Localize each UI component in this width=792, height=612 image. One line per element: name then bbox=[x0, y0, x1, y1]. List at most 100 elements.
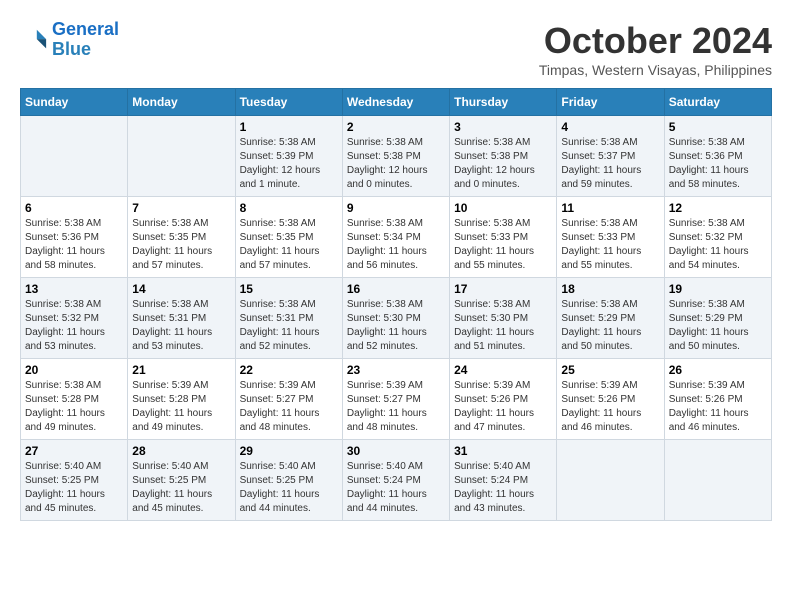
day-number: 31 bbox=[454, 444, 552, 458]
calendar-cell: 14 Sunrise: 5:38 AM Sunset: 5:31 PM Dayli… bbox=[128, 278, 235, 359]
day-number: 27 bbox=[25, 444, 123, 458]
day-number: 25 bbox=[561, 363, 659, 377]
day-info: Sunrise: 5:39 AM Sunset: 5:28 PM Dayligh… bbox=[132, 379, 230, 435]
day-info: Sunrise: 5:38 AM Sunset: 5:33 PM Dayligh… bbox=[454, 217, 552, 273]
day-info: Sunrise: 5:39 AM Sunset: 5:27 PM Dayligh… bbox=[240, 379, 338, 435]
day-number: 3 bbox=[454, 120, 552, 134]
weekday-header: Wednesday bbox=[342, 89, 449, 116]
day-info: Sunrise: 5:38 AM Sunset: 5:33 PM Dayligh… bbox=[561, 217, 659, 273]
page-header: General Blue October 2024 Timpas, Wester… bbox=[20, 20, 772, 78]
location: Timpas, Western Visayas, Philippines bbox=[539, 62, 772, 78]
day-number: 19 bbox=[669, 282, 767, 296]
logo-icon bbox=[20, 26, 48, 54]
day-info: Sunrise: 5:39 AM Sunset: 5:26 PM Dayligh… bbox=[454, 379, 552, 435]
day-info: Sunrise: 5:40 AM Sunset: 5:24 PM Dayligh… bbox=[454, 460, 552, 516]
day-number: 23 bbox=[347, 363, 445, 377]
weekday-header: Thursday bbox=[450, 89, 557, 116]
calendar-cell: 16Sunrise: 5:38 AM Sunset: 5:30 PM Dayli… bbox=[342, 278, 449, 359]
calendar-cell: 17Sunrise: 5:38 AM Sunset: 5:30 PM Dayli… bbox=[450, 278, 557, 359]
calendar-cell: 25 Sunrise: 5:39 AM Sunset: 5:26 PM Dayli… bbox=[557, 359, 664, 440]
calendar-cell: 10 Sunrise: 5:38 AM Sunset: 5:33 PM Dayli… bbox=[450, 197, 557, 278]
weekday-header: Saturday bbox=[664, 89, 771, 116]
day-info: Sunrise: 5:38 AM Sunset: 5:31 PM Dayligh… bbox=[132, 298, 230, 354]
day-number: 22 bbox=[240, 363, 338, 377]
day-info: Sunrise: 5:38 AM Sunset: 5:32 PM Dayligh… bbox=[669, 217, 767, 273]
weekday-header: Sunday bbox=[21, 89, 128, 116]
calendar-cell bbox=[128, 116, 235, 197]
calendar-week-row: 27 Sunrise: 5:40 AM Sunset: 5:25 PM Dayli… bbox=[21, 440, 772, 521]
day-info: Sunrise: 5:39 AM Sunset: 5:26 PM Dayligh… bbox=[561, 379, 659, 435]
day-number: 9 bbox=[347, 201, 445, 215]
calendar-cell: 20Sunrise: 5:38 AM Sunset: 5:28 PM Dayli… bbox=[21, 359, 128, 440]
day-info: Sunrise: 5:38 AM Sunset: 5:37 PM Dayligh… bbox=[561, 136, 659, 192]
calendar-cell: 11 Sunrise: 5:38 AM Sunset: 5:33 PM Dayli… bbox=[557, 197, 664, 278]
day-number: 11 bbox=[561, 201, 659, 215]
calendar-week-row: 20Sunrise: 5:38 AM Sunset: 5:28 PM Dayli… bbox=[21, 359, 772, 440]
calendar-week-row: 6 Sunrise: 5:38 AM Sunset: 5:36 PM Daylig… bbox=[21, 197, 772, 278]
calendar-cell: 19 Sunrise: 5:38 AM Sunset: 5:29 PM Dayli… bbox=[664, 278, 771, 359]
day-info: Sunrise: 5:38 AM Sunset: 5:36 PM Dayligh… bbox=[25, 217, 123, 273]
calendar-cell: 23 Sunrise: 5:39 AM Sunset: 5:27 PM Dayli… bbox=[342, 359, 449, 440]
day-number: 4 bbox=[561, 120, 659, 134]
day-info: Sunrise: 5:38 AM Sunset: 5:35 PM Dayligh… bbox=[132, 217, 230, 273]
calendar-table: SundayMondayTuesdayWednesdayThursdayFrid… bbox=[20, 88, 772, 521]
calendar-cell: 15Sunrise: 5:38 AM Sunset: 5:31 PM Dayli… bbox=[235, 278, 342, 359]
day-info: Sunrise: 5:39 AM Sunset: 5:26 PM Dayligh… bbox=[669, 379, 767, 435]
calendar-cell: 18 Sunrise: 5:38 AM Sunset: 5:29 PM Dayli… bbox=[557, 278, 664, 359]
day-info: Sunrise: 5:38 AM Sunset: 5:29 PM Dayligh… bbox=[669, 298, 767, 354]
calendar-cell bbox=[557, 440, 664, 521]
day-info: Sunrise: 5:38 AM Sunset: 5:34 PM Dayligh… bbox=[347, 217, 445, 273]
calendar-cell: 28 Sunrise: 5:40 AM Sunset: 5:25 PM Dayli… bbox=[128, 440, 235, 521]
day-info: Sunrise: 5:40 AM Sunset: 5:25 PM Dayligh… bbox=[240, 460, 338, 516]
day-number: 30 bbox=[347, 444, 445, 458]
day-info: Sunrise: 5:39 AM Sunset: 5:27 PM Dayligh… bbox=[347, 379, 445, 435]
calendar-cell: 7 Sunrise: 5:38 AM Sunset: 5:35 PM Daylig… bbox=[128, 197, 235, 278]
day-number: 14 bbox=[132, 282, 230, 296]
calendar-cell: 1Sunrise: 5:38 AM Sunset: 5:39 PM Daylig… bbox=[235, 116, 342, 197]
day-number: 28 bbox=[132, 444, 230, 458]
calendar-cell bbox=[21, 116, 128, 197]
calendar-week-row: 13Sunrise: 5:38 AM Sunset: 5:32 PM Dayli… bbox=[21, 278, 772, 359]
calendar-cell: 21Sunrise: 5:39 AM Sunset: 5:28 PM Dayli… bbox=[128, 359, 235, 440]
title-block: October 2024 Timpas, Western Visayas, Ph… bbox=[539, 20, 772, 78]
calendar-cell: 22 Sunrise: 5:39 AM Sunset: 5:27 PM Dayli… bbox=[235, 359, 342, 440]
day-number: 12 bbox=[669, 201, 767, 215]
day-number: 18 bbox=[561, 282, 659, 296]
calendar-cell: 27 Sunrise: 5:40 AM Sunset: 5:25 PM Dayli… bbox=[21, 440, 128, 521]
day-number: 7 bbox=[132, 201, 230, 215]
calendar-cell: 29Sunrise: 5:40 AM Sunset: 5:25 PM Dayli… bbox=[235, 440, 342, 521]
calendar-cell: 8 Sunrise: 5:38 AM Sunset: 5:35 PM Daylig… bbox=[235, 197, 342, 278]
day-number: 6 bbox=[25, 201, 123, 215]
calendar-cell: 4 Sunrise: 5:38 AM Sunset: 5:37 PM Daylig… bbox=[557, 116, 664, 197]
day-info: Sunrise: 5:38 AM Sunset: 5:31 PM Dayligh… bbox=[240, 298, 338, 354]
calendar-cell: 12 Sunrise: 5:38 AM Sunset: 5:32 PM Dayli… bbox=[664, 197, 771, 278]
day-info: Sunrise: 5:38 AM Sunset: 5:30 PM Dayligh… bbox=[454, 298, 552, 354]
calendar-cell: 13Sunrise: 5:38 AM Sunset: 5:32 PM Dayli… bbox=[21, 278, 128, 359]
day-number: 2 bbox=[347, 120, 445, 134]
day-number: 1 bbox=[240, 120, 338, 134]
day-info: Sunrise: 5:38 AM Sunset: 5:38 PM Dayligh… bbox=[454, 136, 552, 192]
day-info: Sunrise: 5:38 AM Sunset: 5:38 PM Dayligh… bbox=[347, 136, 445, 192]
day-info: Sunrise: 5:38 AM Sunset: 5:29 PM Dayligh… bbox=[561, 298, 659, 354]
month-title: October 2024 bbox=[539, 20, 772, 62]
calendar-cell: 3 Sunrise: 5:38 AM Sunset: 5:38 PM Daylig… bbox=[450, 116, 557, 197]
day-info: Sunrise: 5:40 AM Sunset: 5:24 PM Dayligh… bbox=[347, 460, 445, 516]
day-number: 20 bbox=[25, 363, 123, 377]
logo: General Blue bbox=[20, 20, 119, 60]
weekday-header: Friday bbox=[557, 89, 664, 116]
day-number: 26 bbox=[669, 363, 767, 377]
logo-text: General Blue bbox=[52, 20, 119, 60]
calendar-cell: 24Sunrise: 5:39 AM Sunset: 5:26 PM Dayli… bbox=[450, 359, 557, 440]
calendar-cell: 6 Sunrise: 5:38 AM Sunset: 5:36 PM Daylig… bbox=[21, 197, 128, 278]
calendar-cell: 2 Sunrise: 5:38 AM Sunset: 5:38 PM Daylig… bbox=[342, 116, 449, 197]
calendar-cell: 30 Sunrise: 5:40 AM Sunset: 5:24 PM Dayli… bbox=[342, 440, 449, 521]
day-info: Sunrise: 5:40 AM Sunset: 5:25 PM Dayligh… bbox=[25, 460, 123, 516]
calendar-cell bbox=[664, 440, 771, 521]
day-info: Sunrise: 5:40 AM Sunset: 5:25 PM Dayligh… bbox=[132, 460, 230, 516]
day-info: Sunrise: 5:38 AM Sunset: 5:35 PM Dayligh… bbox=[240, 217, 338, 273]
calendar-cell: 9 Sunrise: 5:38 AM Sunset: 5:34 PM Daylig… bbox=[342, 197, 449, 278]
calendar-cell: 26 Sunrise: 5:39 AM Sunset: 5:26 PM Dayli… bbox=[664, 359, 771, 440]
weekday-header-row: SundayMondayTuesdayWednesdayThursdayFrid… bbox=[21, 89, 772, 116]
day-number: 10 bbox=[454, 201, 552, 215]
day-number: 8 bbox=[240, 201, 338, 215]
